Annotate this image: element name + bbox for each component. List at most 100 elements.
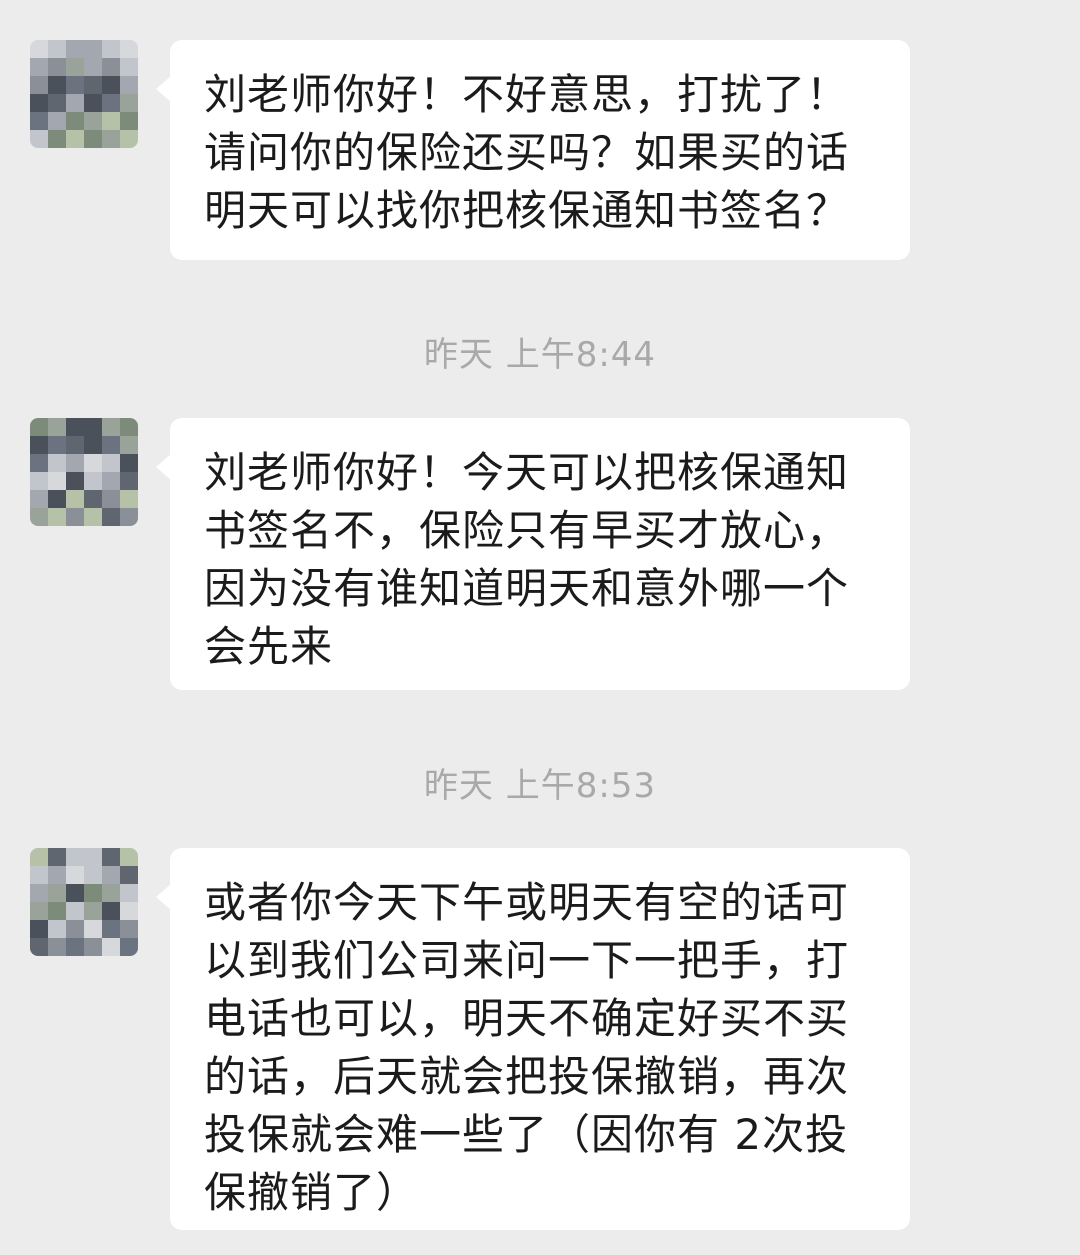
avatar-pixel xyxy=(48,884,66,902)
avatar-pixel xyxy=(30,472,48,490)
avatar-pixel xyxy=(66,866,84,884)
avatar-pixel xyxy=(30,76,48,94)
avatar-pixel xyxy=(66,902,84,920)
timestamp: 昨天 上午8:53 xyxy=(423,766,657,806)
avatar-pixel xyxy=(66,884,84,902)
avatar-pixel xyxy=(30,938,48,956)
avatar-pixel xyxy=(84,884,102,902)
avatar-pixel xyxy=(84,848,102,866)
avatar-pixel xyxy=(102,938,120,956)
avatar-pixel xyxy=(66,58,84,76)
avatar-pixel xyxy=(48,848,66,866)
avatar-pixel xyxy=(30,130,48,148)
message-bubble[interactable]: 或者你今天下午或明天有空的话可以到我们公司来问一下一把手，打电话也可以，明天不确… xyxy=(156,848,910,1230)
avatar-pixel xyxy=(66,112,84,130)
avatar-pixel xyxy=(120,418,138,436)
avatar-pixel xyxy=(48,938,66,956)
avatar-pixel xyxy=(84,112,102,130)
avatar-pixel xyxy=(120,58,138,76)
avatar-pixel xyxy=(102,436,120,454)
avatar-pixel xyxy=(84,58,102,76)
chat-history[interactable]: 刘老师你好！不好意思，打扰了！请问你的保险还买吗？如果买的话明天可以找你把核保通… xyxy=(0,0,1080,1255)
avatar-pixel xyxy=(48,112,66,130)
avatar-pixel xyxy=(48,76,66,94)
avatar-pixel xyxy=(66,490,84,508)
avatar-pixel xyxy=(30,418,48,436)
avatar-pixel xyxy=(48,920,66,938)
avatar-pixel xyxy=(48,130,66,148)
avatar-pixel xyxy=(48,94,66,112)
avatar-pixel xyxy=(102,866,120,884)
avatar-pixel xyxy=(102,472,120,490)
avatar-pixel xyxy=(84,508,102,526)
avatar-pixel xyxy=(84,76,102,94)
avatar-pixel xyxy=(102,454,120,472)
timestamp: 昨天 上午8:44 xyxy=(423,335,657,375)
avatar-pixel xyxy=(102,884,120,902)
avatar-pixel xyxy=(48,58,66,76)
avatar-pixel xyxy=(84,94,102,112)
avatar-pixel xyxy=(84,938,102,956)
avatar-pixel xyxy=(30,920,48,938)
avatar-pixel xyxy=(66,40,84,58)
avatar-pixel xyxy=(102,920,120,938)
avatar-pixel xyxy=(120,112,138,130)
avatar-pixel xyxy=(120,490,138,508)
avatar-pixel xyxy=(120,884,138,902)
avatar-pixel xyxy=(120,40,138,58)
avatar-pixel xyxy=(120,848,138,866)
avatar[interactable] xyxy=(30,418,138,526)
avatar-pixel xyxy=(120,866,138,884)
avatar-pixel xyxy=(66,472,84,490)
avatar-pixel xyxy=(120,130,138,148)
avatar-pixel xyxy=(120,938,138,956)
avatar-pixel xyxy=(30,490,48,508)
avatar-pixel xyxy=(102,418,120,436)
avatar-pixel xyxy=(30,58,48,76)
avatar-pixel xyxy=(66,848,84,866)
avatar-pixel xyxy=(102,76,120,94)
avatar-pixel xyxy=(30,112,48,130)
avatar-pixel xyxy=(48,866,66,884)
avatar-pixel xyxy=(84,866,102,884)
avatar-pixel xyxy=(120,920,138,938)
avatar[interactable] xyxy=(30,40,138,148)
avatar-pixel xyxy=(84,130,102,148)
avatar-pixel xyxy=(84,902,102,920)
avatar-pixel xyxy=(48,508,66,526)
avatar-pixel xyxy=(66,94,84,112)
avatar-pixel xyxy=(66,508,84,526)
avatar-pixel xyxy=(66,920,84,938)
avatar-pixel xyxy=(102,112,120,130)
avatar-pixel xyxy=(48,40,66,58)
avatar-pixel xyxy=(30,884,48,902)
avatar-pixel xyxy=(102,58,120,76)
avatar-pixel xyxy=(120,76,138,94)
avatar-pixel xyxy=(48,490,66,508)
avatar[interactable] xyxy=(30,848,138,956)
avatar-pixel xyxy=(84,418,102,436)
avatar-pixel xyxy=(30,40,48,58)
avatar-pixel xyxy=(30,94,48,112)
avatar-pixel xyxy=(120,454,138,472)
avatar-pixel xyxy=(30,454,48,472)
message-bubble[interactable]: 刘老师你好！今天可以把核保通知书签名不，保险只有早买才放心，因为没有谁知道明天和… xyxy=(156,418,910,690)
avatar-pixel xyxy=(66,454,84,472)
avatar-pixel xyxy=(84,40,102,58)
avatar-pixel xyxy=(66,130,84,148)
avatar-pixel xyxy=(84,436,102,454)
avatar-pixel xyxy=(30,508,48,526)
avatar-pixel xyxy=(84,454,102,472)
avatar-pixel xyxy=(30,848,48,866)
avatar-pixel xyxy=(120,436,138,454)
avatar-pixel xyxy=(84,472,102,490)
avatar-pixel xyxy=(102,848,120,866)
avatar-pixel xyxy=(48,472,66,490)
avatar-pixel xyxy=(48,454,66,472)
avatar-pixel xyxy=(120,94,138,112)
message-bubble[interactable]: 刘老师你好！不好意思，打扰了！请问你的保险还买吗？如果买的话明天可以找你把核保通… xyxy=(156,40,910,260)
avatar-pixel xyxy=(102,94,120,112)
avatar-pixel xyxy=(84,920,102,938)
avatar-pixel xyxy=(66,436,84,454)
avatar-pixel xyxy=(120,472,138,490)
